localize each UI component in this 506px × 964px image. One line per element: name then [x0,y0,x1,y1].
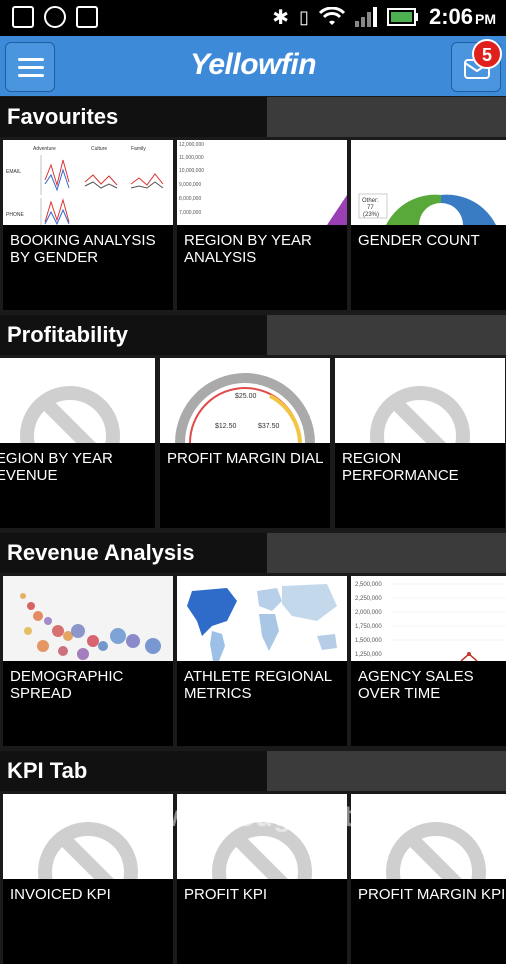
report-thumbnail: Other: 77 (23%) [351,140,506,225]
report-tile-gender-count[interactable]: Other: 77 (23%) GENDER COUNT [351,140,506,310]
report-tile-region-by-year-revenue[interactable]: REGION BY YEAR REVENUE [0,358,155,528]
section-header: KPI Tab [0,751,506,791]
watermark: SoftwareSuggest.com [108,800,386,833]
thumb-col-label: Culture [91,146,107,152]
no-preview-icon [386,822,486,879]
report-tile-region-performance[interactable]: REGION PERFORMANCE [335,358,505,528]
section-profitability: Profitability REGION BY YEAR REVENUE $25… [0,315,506,528]
report-title: GENDER COUNT [358,232,480,249]
report-tile-region-by-year-analysis[interactable]: 12,000,000 11,000,000 10,000,000 9,000,0… [177,140,347,310]
report-thumbnail [177,576,347,661]
section-kpi-tab: KPI Tab INVOICED KPI PROFIT KPI PROFIT M… [0,751,506,964]
section-header: Profitability [0,315,506,355]
svg-text:$37.50: $37.50 [258,423,280,430]
report-title: REGION BY YEAR REVENUE [0,450,113,484]
gmail-icon [76,6,98,28]
thumb-row-label: EMAIL [6,169,21,175]
svg-text:10,000,000: 10,000,000 [179,168,204,174]
svg-text:2,500,000: 2,500,000 [355,582,382,588]
thumb-col-label: Adventure [33,146,56,152]
report-title: REGION BY YEAR ANALYSIS [184,232,312,266]
bluetooth-icon: ✱ [272,6,290,29]
report-thumbnail [3,576,173,661]
svg-text:11,000,000: 11,000,000 [179,155,204,161]
section-title: Revenue Analysis [7,540,195,565]
thumb-row-label: PHONE [6,212,24,218]
svg-text:$12.50: $12.50 [215,423,237,430]
svg-text:2,000,000: 2,000,000 [355,610,382,616]
svg-text:1,500,000: 1,500,000 [355,638,382,644]
report-title: PROFIT KPI [184,886,268,903]
report-thumbnail: 12,000,000 11,000,000 10,000,000 9,000,0… [177,140,347,225]
section-header: Favourites [0,97,506,137]
report-title: REGION PERFORMANCE [342,450,459,484]
svg-text:Other:: Other: [362,198,379,204]
report-title: PROFIT MARGIN KPI [358,886,506,903]
no-preview-icon [370,386,470,443]
svg-text:12,000,000: 12,000,000 [179,142,204,148]
svg-text:2,250,000: 2,250,000 [355,596,382,602]
vibrate-icon: ▯ [299,6,309,27]
report-tile-athlete-regional-metrics[interactable]: ATHLETE REGIONAL METRICS [177,576,347,746]
svg-text:(23%): (23%) [363,212,379,218]
report-title: DEMOGRAPHIC SPREAD [10,668,124,702]
report-thumbnail: $25.00 $12.50 $37.50 [160,358,330,443]
clock-ampm: PM [475,11,496,27]
clock: 2:06 [428,4,473,29]
app-bar: Yellowfin 5 [0,36,506,96]
svg-text:1,250,000: 1,250,000 [355,652,382,658]
svg-text:77: 77 [367,205,374,211]
report-title: BOOKING ANALYSIS BY GENDER [10,232,156,266]
section-revenue-analysis: Revenue Analysis DEMOGRAPHIC SPREAD ATHL… [0,533,506,746]
svg-text:9,000,000: 9,000,000 [179,182,201,188]
report-title: INVOICED KPI [10,886,111,903]
svg-text:8,000,000: 8,000,000 [179,196,201,202]
report-title: ATHLETE REGIONAL METRICS [184,668,332,702]
report-thumbnail: Adventure Culture Family EMAIL PHONE [3,140,173,225]
app-logo: Yellowfin [189,48,317,81]
svg-text:$25.00: $25.00 [235,393,257,400]
section-title: KPI Tab [7,758,88,783]
gallery-icon [12,6,34,28]
report-thumbnail: 2,500,000 2,250,000 2,000,000 1,750,000 … [351,576,506,661]
svg-text:1,750,000: 1,750,000 [355,624,382,630]
notification-badge: 5 [472,39,502,69]
report-tile-agency-sales-over-time[interactable]: 2,500,000 2,250,000 2,000,000 1,750,000 … [351,576,506,746]
wifi-icon [318,7,345,25]
report-title: AGENCY SALES OVER TIME [358,668,474,702]
report-tile-demographic-spread[interactable]: DEMOGRAPHIC SPREAD [3,576,173,746]
battery-icon [386,8,418,26]
svg-text:7,000,000: 7,000,000 [179,210,201,216]
section-title: Favourites [7,104,119,129]
section-favourites: Favourites Adventure Culture Family EMAI… [0,97,506,310]
no-preview-icon [20,386,120,443]
report-thumbnail [0,358,155,443]
report-title: PROFIT MARGIN DIAL [167,450,324,467]
report-tile-booking-analysis[interactable]: Adventure Culture Family EMAIL PHONE BOO… [3,140,173,310]
inbox-button[interactable]: 5 [451,39,502,92]
thumb-col-label: Family [131,146,146,152]
section-header: Revenue Analysis [0,533,506,573]
report-tile-profit-margin-dial[interactable]: $25.00 $12.50 $37.50 PROFIT MARGIN DIAL [160,358,330,528]
section-title: Profitability [7,322,129,347]
report-thumbnail [335,358,505,443]
message-alert-icon [44,6,66,28]
signal-icon [354,7,377,27]
status-bar: ✱ ▯ 2:06 PM [0,0,506,36]
